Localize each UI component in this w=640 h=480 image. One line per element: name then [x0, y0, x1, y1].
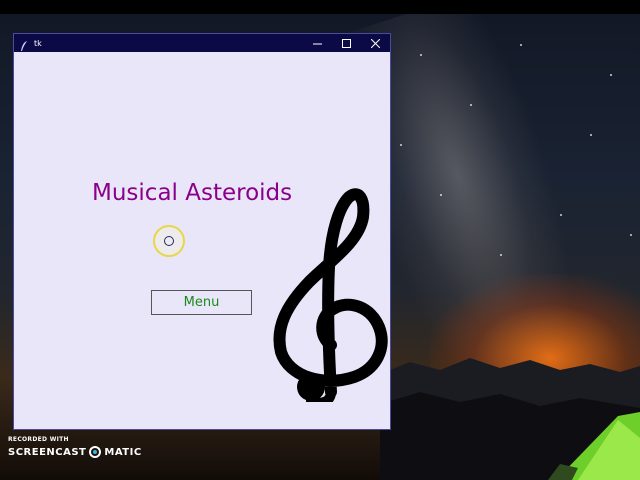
star [630, 234, 632, 236]
watermark-brand: SCREENCAST MATIC [8, 446, 142, 458]
star [590, 134, 592, 136]
app-canvas: Musical Asteroids Menu [14, 52, 390, 429]
screen-letterbox [0, 0, 640, 14]
screencast-watermark: RECORDED WITH SCREENCAST MATIC [8, 436, 142, 458]
window-controls [303, 34, 390, 52]
minimize-button[interactable] [303, 34, 332, 52]
close-icon [371, 38, 380, 48]
watermark-brand-left: SCREENCAST [8, 446, 87, 458]
tent-image [548, 412, 640, 480]
star [560, 214, 562, 216]
star [400, 144, 402, 146]
window-title: tk [34, 38, 42, 48]
mouse-cursor-highlight [153, 225, 185, 257]
record-icon [89, 446, 102, 458]
minimize-icon [313, 43, 322, 44]
watermark-recorded-with: RECORDED WITH [8, 436, 69, 443]
window-titlebar[interactable]: tk [14, 34, 390, 52]
maximize-icon [342, 38, 351, 48]
star [470, 104, 472, 106]
close-button[interactable] [361, 34, 390, 52]
menu-button[interactable]: Menu [151, 290, 252, 315]
maximize-button[interactable] [332, 34, 361, 52]
watermark-brand-right: MATIC [104, 446, 142, 458]
star [500, 254, 502, 256]
feather-icon [19, 37, 29, 51]
busy-cursor-icon [164, 236, 174, 246]
star [520, 44, 522, 46]
star [420, 54, 422, 56]
star [440, 194, 442, 196]
treble-clef-icon [273, 188, 388, 402]
star [610, 74, 612, 76]
app-window: tk Musical Asteroids Menu [13, 33, 391, 430]
